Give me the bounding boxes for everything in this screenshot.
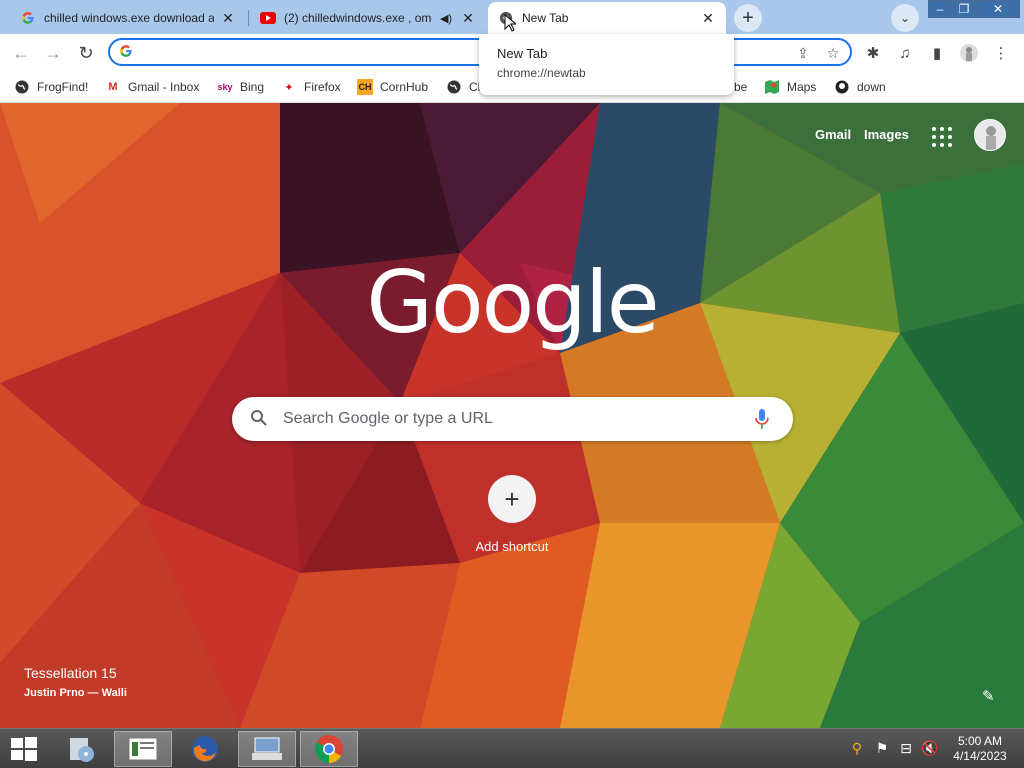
- profile-icon[interactable]: [958, 42, 980, 64]
- github-icon: [834, 79, 850, 95]
- bookmark-gmail-inbox[interactable]: M Gmail - Inbox: [105, 77, 199, 97]
- volume-muted-icon[interactable]: 🔇: [921, 739, 939, 757]
- bookmark-label: Bing: [240, 80, 265, 94]
- bookmark-label: Gmail - Inbox: [128, 80, 200, 94]
- restore-button[interactable]: ❐: [952, 0, 976, 18]
- extensions-icon[interactable]: ✱: [862, 42, 884, 64]
- windows-logo-icon: [11, 737, 37, 761]
- google-logo: Google: [366, 253, 659, 353]
- bookmark-firefox[interactable]: ✦ Firefox: [281, 77, 341, 97]
- sky-icon: sky: [217, 82, 233, 92]
- share-icon[interactable]: ⇪: [794, 44, 812, 62]
- tab-hover-card: New Tab chrome://newtab: [479, 34, 734, 95]
- document-icon: [128, 737, 158, 761]
- network-icon[interactable]: ⊟: [897, 739, 915, 757]
- hover-card-title: New Tab: [497, 46, 548, 61]
- reload-icon: ↻: [78, 42, 94, 63]
- bookmark-cornhub[interactable]: CH CornHub: [357, 77, 428, 97]
- youtube-icon: [260, 10, 276, 26]
- tab-new-tab[interactable]: New Tab ✕: [488, 2, 726, 34]
- customize-pencil-icon[interactable]: ✎: [982, 687, 1000, 705]
- system-clock[interactable]: 5:00 AM 4/14/2023: [950, 734, 1010, 764]
- new-tab-page: Gmail Images Google + Add shortcut Tesse…: [0, 103, 1024, 728]
- chevron-down-icon: ⌄: [899, 11, 911, 25]
- tab-chilledwindows-youtube[interactable]: (2) chilledwindows.exe , omg ◀) ✕: [250, 2, 486, 34]
- gmail-link[interactable]: Gmail: [815, 127, 851, 142]
- forward-arrow-icon: →: [44, 42, 62, 63]
- clock-time: 5:00 AM: [957, 734, 1003, 748]
- bookmark-label: be: [734, 80, 748, 94]
- taskbar-explorer[interactable]: [114, 731, 172, 767]
- taskbar-keyboard[interactable]: [238, 731, 296, 767]
- taskbar-chrome[interactable]: [300, 731, 358, 767]
- hover-card-url: chrome://newtab: [497, 66, 586, 80]
- tab-title: chilled windows.exe download ap: [44, 11, 214, 25]
- microphone-icon[interactable]: [754, 408, 770, 430]
- bookmark-label: down: [857, 80, 886, 94]
- bookmark-star-icon[interactable]: ☆: [824, 44, 842, 62]
- reload-button[interactable]: ↻: [73, 40, 99, 66]
- taskbar-media-center[interactable]: [52, 731, 110, 767]
- search-input[interactable]: [283, 409, 743, 429]
- bookmark-label: CornHub: [380, 80, 429, 94]
- start-button[interactable]: [0, 731, 48, 767]
- forward-button[interactable]: →: [40, 40, 66, 66]
- tab-separator: [248, 10, 249, 26]
- action-center-flag-icon[interactable]: ⚑: [873, 739, 891, 757]
- menu-kebab-icon[interactable]: ⋮: [990, 42, 1012, 64]
- firefox-icon: ✦: [284, 81, 294, 94]
- close-tab-icon[interactable]: ✕: [460, 10, 476, 26]
- back-button[interactable]: ←: [8, 40, 34, 66]
- mouse-cursor-icon: [504, 14, 516, 32]
- media-icon: [70, 738, 94, 762]
- bookmark-down[interactable]: down: [834, 77, 886, 97]
- speaker-icon[interactable]: ◀): [438, 10, 454, 26]
- globe-icon: [14, 79, 30, 95]
- tab-search-button[interactable]: ⌄: [891, 4, 919, 32]
- bookmark-frogfind[interactable]: FrogFind!: [14, 77, 88, 97]
- firefox-icon: [192, 736, 218, 762]
- bookmark-bing[interactable]: sky Bing: [217, 77, 264, 97]
- bookmark-label: Maps: [787, 80, 817, 94]
- bookmark-label: FrogFind!: [37, 80, 89, 94]
- keyboard-icon: [252, 737, 282, 760]
- theme-name[interactable]: Tessellation 15: [24, 665, 117, 681]
- bookmark-youtube[interactable]: be: [734, 77, 747, 97]
- media-control-icon[interactable]: ♫: [894, 42, 916, 64]
- bookmark-maps[interactable]: Maps: [764, 77, 816, 97]
- maps-icon: [764, 79, 780, 95]
- close-tab-icon[interactable]: ✕: [220, 10, 236, 26]
- images-link[interactable]: Images: [864, 127, 909, 142]
- plus-icon: +: [742, 6, 754, 29]
- taskbar: ⚲ ⚑ ⊟ 🔇 5:00 AM 4/14/2023: [0, 728, 1024, 768]
- theme-credit[interactable]: Justin Prno — Walli: [24, 687, 127, 699]
- google-apps-icon[interactable]: [930, 125, 952, 147]
- tab-title: New Tab: [522, 11, 569, 25]
- minimize-button[interactable]: –: [928, 0, 952, 18]
- search-icon: [250, 409, 270, 429]
- ch-icon: CH: [357, 79, 373, 95]
- avatar[interactable]: [974, 119, 1006, 151]
- chrome-icon: [315, 735, 343, 763]
- plus-icon: +: [504, 483, 520, 514]
- gmail-icon: M: [108, 81, 118, 93]
- taskbar-firefox[interactable]: [176, 731, 234, 767]
- add-shortcut-button[interactable]: +: [488, 475, 536, 523]
- back-arrow-icon: ←: [12, 42, 30, 63]
- search-tray-icon[interactable]: ⚲: [848, 739, 866, 757]
- google-icon: [119, 44, 135, 60]
- close-tab-icon[interactable]: ✕: [700, 10, 716, 26]
- tab-chilled-windows-download[interactable]: chilled windows.exe download ap ✕: [10, 2, 246, 34]
- side-panel-icon[interactable]: ▮: [926, 42, 948, 64]
- globe-icon: [446, 79, 462, 95]
- close-window-button[interactable]: ✕: [976, 0, 1020, 18]
- clock-date: 4/14/2023: [953, 749, 1007, 763]
- add-shortcut-label[interactable]: Add shortcut: [442, 539, 582, 554]
- search-box[interactable]: [232, 397, 793, 441]
- bookmark-label: Firefox: [304, 80, 341, 94]
- tab-title: (2) chilledwindows.exe , omg: [284, 11, 432, 25]
- google-icon: [20, 10, 36, 26]
- new-tab-button[interactable]: +: [734, 4, 762, 32]
